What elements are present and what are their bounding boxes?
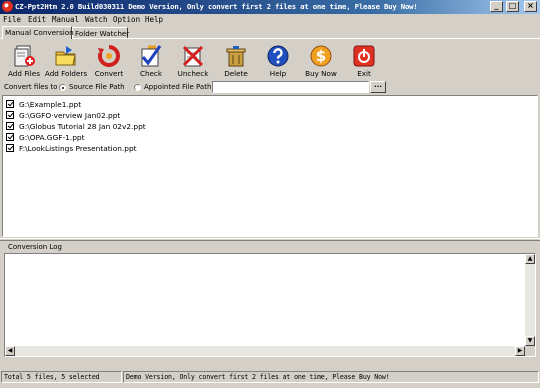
browse-button[interactable]: ... [370,81,386,93]
app-icon[interactable] [2,1,13,12]
file-checkbox[interactable] [6,144,14,152]
menu-edit[interactable]: Edit [28,15,46,25]
status-message: Demo Version, Only convert first 2 files… [123,371,539,383]
close-button[interactable]: × [524,1,537,12]
svg-text:$: $ [316,47,326,65]
minimize-button[interactable]: _ [490,1,503,12]
file-name: G:\GGFO·verview Jan02.ppt [19,111,121,120]
convert-icon [98,45,120,67]
help-button[interactable]: Help [256,44,300,80]
add-folders-button[interactable]: Add Folders [44,44,88,80]
exit-label: Exit [357,69,371,78]
menu-help[interactable]: Help [145,15,163,25]
title-bar[interactable]: CZ-Ppt2Htm 2.0 Build030311 Demo Version,… [0,0,540,14]
appointed-file-path-radio[interactable] [134,84,141,91]
convert-files-to-label: Convert files to : [4,83,63,91]
menu-file[interactable]: File [3,15,21,25]
status-file-count: Total 5 files, 5 selected [1,371,122,383]
file-name: G:\Example1.ppt [19,100,82,109]
menu-bar: File Edit Manual Watch Option Help [0,14,540,26]
source-file-path-radio[interactable] [59,84,66,91]
file-checkbox[interactable] [6,111,14,119]
scroll-right-button[interactable]: ▶ [515,346,525,356]
check-icon [141,45,162,67]
conversion-log-title: Conversion Log [8,243,62,251]
help-icon [267,45,289,67]
appointed-file-path-label[interactable]: Appointed File Path [144,83,211,91]
menu-watch[interactable]: Watch [85,15,108,25]
log-vertical-scrollbar[interactable]: ▲ ▼ [525,254,535,346]
uncheck-icon [182,45,204,67]
menu-manual[interactable]: Manual [52,15,79,25]
file-name: F:\LookListings Presentation.ppt [19,144,137,153]
file-name: G:\Globus Tutorial 28 Jan 02v2.ppt [19,122,146,131]
scroll-left-button[interactable]: ◀ [5,346,15,356]
window-title: CZ-Ppt2Htm 2.0 Build030311 Demo Version,… [15,2,418,11]
tab-manual-conversion[interactable]: Manual Conversion [2,26,74,39]
buy-now-icon: $ [310,45,332,67]
file-list[interactable]: G:\Example1.ppt G:\GGFO·verview Jan02.pp… [2,95,538,237]
maximize-button[interactable]: □ [506,1,519,12]
log-horizontal-scrollbar[interactable]: ◀ ▶ [5,346,525,356]
buy-now-button[interactable]: $ Buy Now [299,44,343,80]
exit-icon [353,45,375,67]
file-checkbox[interactable] [6,100,14,108]
add-folders-icon [55,46,76,66]
exit-button[interactable]: Exit [342,44,386,80]
file-name: G:\OPA.GGF-1.ppt [19,133,85,142]
conversion-log-area[interactable]: ▲ ▼ ◀ ▶ [4,253,536,357]
splitter[interactable] [0,238,540,241]
file-checkbox[interactable] [6,133,14,141]
scroll-down-button[interactable]: ▼ [525,336,535,346]
appointed-path-input[interactable] [212,81,369,93]
status-bar: Total 5 files, 5 selected Demo Version, … [0,369,540,384]
add-files-icon [14,45,35,67]
scroll-up-button[interactable]: ▲ [525,254,535,264]
conversion-log-header: Conversion Log [2,242,538,252]
menu-option[interactable]: Option [113,15,140,25]
source-file-path-label[interactable]: Source File Path [69,83,125,91]
tab-folder-watcher[interactable]: Folder Watcher [72,27,129,38]
file-checkbox[interactable] [6,122,14,130]
uncheck-button[interactable]: Uncheck [171,44,215,80]
scrollbar-corner [525,346,535,356]
app-window: CZ-Ppt2Htm 2.0 Build030311 Demo Version,… [0,0,540,388]
delete-icon [226,46,246,67]
